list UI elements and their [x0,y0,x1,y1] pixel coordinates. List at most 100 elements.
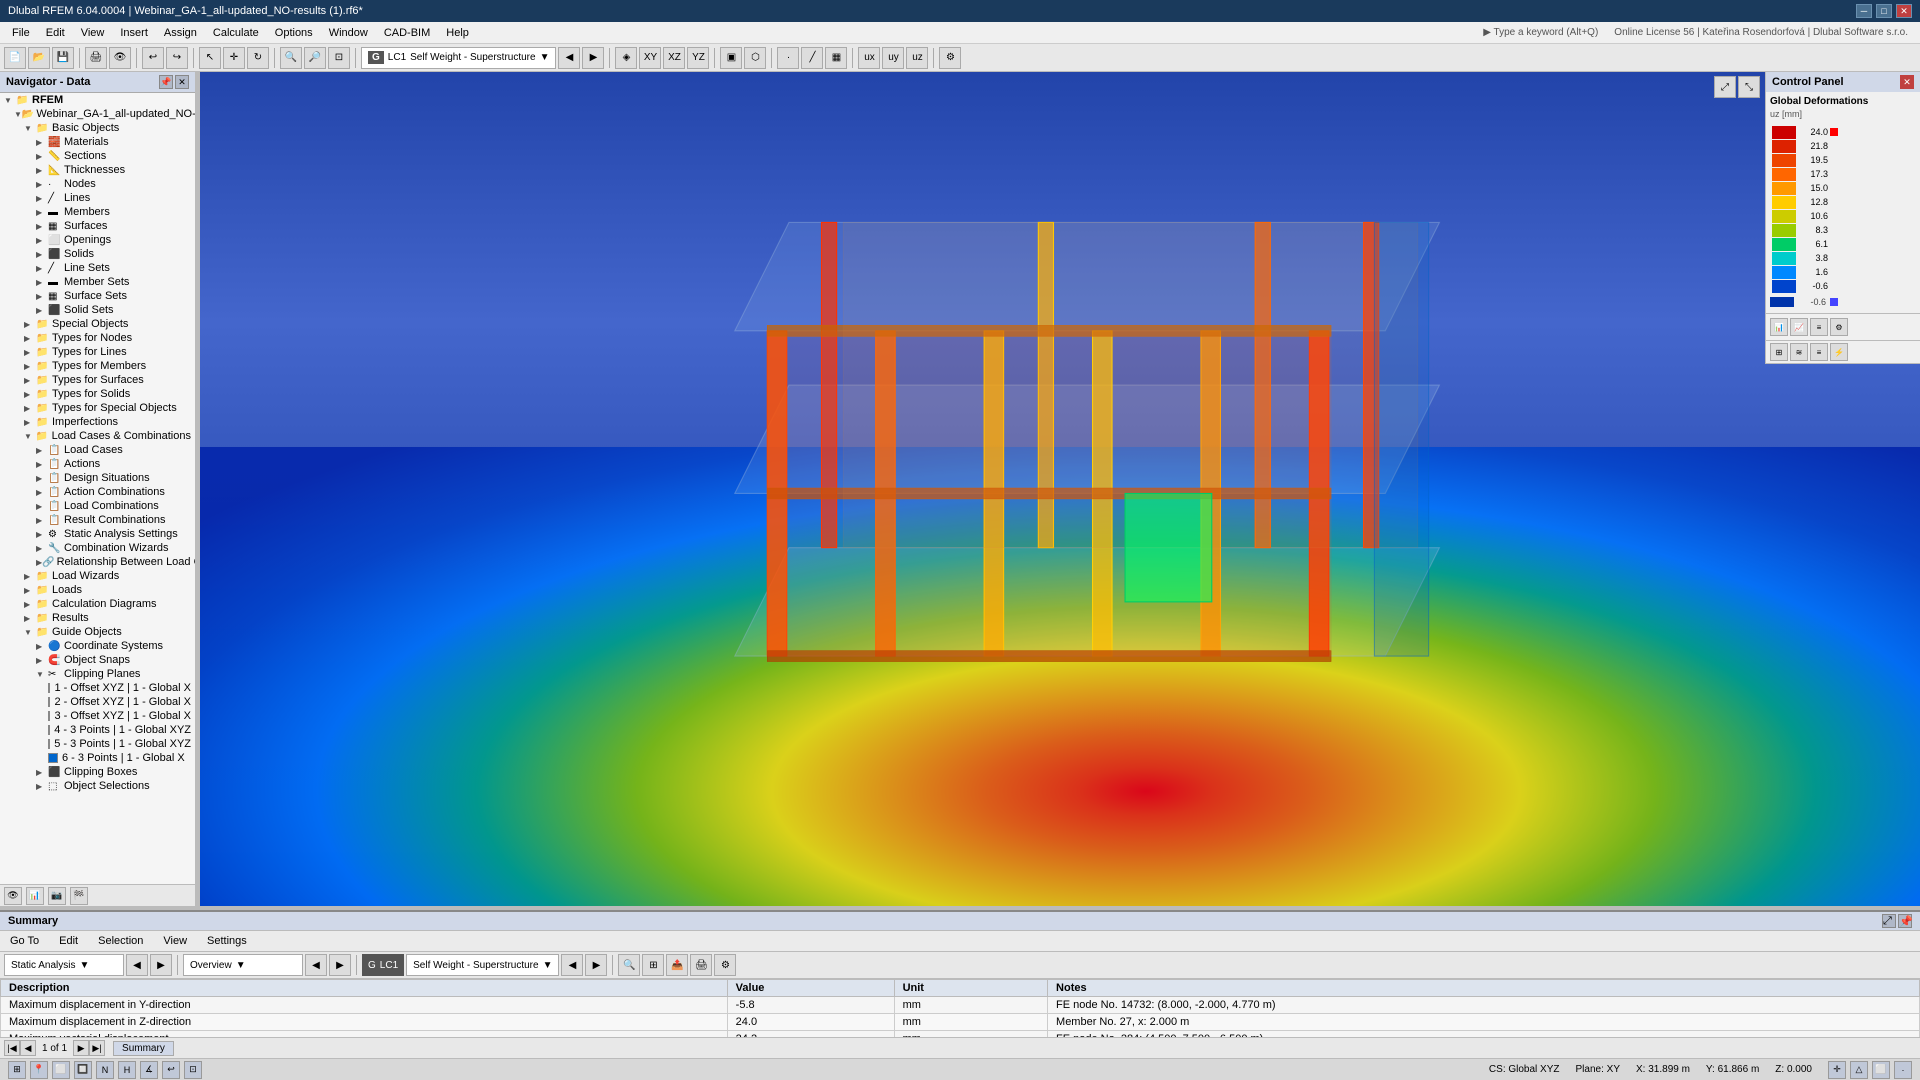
nav-imperfections[interactable]: ▶ 📁 Imperfections [0,415,195,429]
next-lc-button[interactable]: ▶ [582,47,604,69]
nav-solid-sets[interactable]: ▶ ⬛ Solid Sets [0,303,195,317]
nav-design-situations[interactable]: ▶ 📋 Design Situations [0,471,195,485]
deform-y-button[interactable]: uy [882,47,904,69]
nav-results[interactable]: ▶ 📁 Results [0,611,195,625]
result-print-button[interactable]: 🖨 [690,954,712,976]
nav-rfem-root[interactable]: ▼ 📁 RFEM [0,93,195,107]
menu-help[interactable]: Help [438,25,477,41]
status-icon-3[interactable]: ⬜ [52,1061,70,1079]
minimize-button[interactable]: ─ [1856,4,1872,18]
nav-types-solids[interactable]: ▶ 📁 Types for Solids [0,387,195,401]
nav-loads[interactable]: ▶ 📁 Loads [0,583,195,597]
nav-clip-1[interactable]: 1 - Offset XYZ | 1 - Global X [0,681,195,695]
status-icon-7[interactable]: ∡ [140,1061,158,1079]
status-icon-1[interactable]: ⊞ [8,1061,26,1079]
table-row[interactable]: Maximum displacement in Z-direction24.0m… [1,1014,1920,1031]
open-button[interactable]: 📂 [28,47,50,69]
viewport-3d[interactable]: Control Panel ✕ Global Deformations uz [… [200,72,1920,906]
wireframe-button[interactable]: ⬡ [744,47,766,69]
settings-button[interactable]: ⚙ [939,47,961,69]
nav-line-sets[interactable]: ▶ ╱ Line Sets [0,261,195,275]
nav-surface-sets[interactable]: ▶ ▦ Surface Sets [0,289,195,303]
nav-clip-6[interactable]: 6 - 3 Points | 1 - Global X [0,751,195,765]
nav-members[interactable]: ▶ ▬ Members [0,205,195,219]
status-icon-2[interactable]: 📍 [30,1061,48,1079]
nav-static-analysis[interactable]: ▶ ⚙ Static Analysis Settings [0,527,195,541]
nav-types-members[interactable]: ▶ 📁 Types for Members [0,359,195,373]
control-panel-close[interactable]: ✕ [1900,75,1914,89]
menu-window[interactable]: Window [321,25,376,41]
nav-object-selections[interactable]: ▶ ⬚ Object Selections [0,779,195,793]
nav-object-snaps[interactable]: ▶ 🧲 Object Snaps [0,653,195,667]
summary-tab[interactable]: Summary [113,1041,174,1056]
render-button[interactable]: ▣ [720,47,742,69]
nav-load-combinations[interactable]: ▶ 📋 Load Combinations [0,499,195,513]
nav-result-combinations[interactable]: ▶ 📋 Result Combinations [0,513,195,527]
deform-z-button[interactable]: uz [906,47,928,69]
viewport-restore[interactable]: ⤡ [1738,76,1760,98]
node-icon-button[interactable]: · [777,47,799,69]
cp-chart-button[interactable]: 📈 [1790,318,1808,336]
bottom-pin-button[interactable]: 📌 [1898,914,1912,928]
nav-load-cases-comb[interactable]: ▼ 📁 Load Cases & Combinations [0,429,195,443]
move-button[interactable]: ✛ [223,47,245,69]
nav-flag-button[interactable]: 🏁 [70,887,88,905]
viewport-maximize[interactable]: ⤢ [1714,76,1736,98]
overview-next-button[interactable]: ▶ [329,954,351,976]
nav-eye-button[interactable]: 👁 [4,887,22,905]
prev-lc-button[interactable]: ◀ [558,47,580,69]
nav-solids[interactable]: ▶ ⬛ Solids [0,247,195,261]
print-preview-button[interactable]: 👁 [109,47,131,69]
cp-settings-button[interactable]: ⚙ [1830,318,1848,336]
nav-clip-3[interactable]: 3 - Offset XYZ | 1 - Global X [0,709,195,723]
nav-surfaces[interactable]: ▶ ▦ Surfaces [0,219,195,233]
prev-page-button[interactable]: ◀ [20,1040,36,1056]
menu-view[interactable]: View [73,25,113,41]
nav-load-cases[interactable]: ▶ 📋 Load Cases [0,443,195,457]
overview-prev-button[interactable]: ◀ [305,954,327,976]
zoom-fit-button[interactable]: ⊡ [328,47,350,69]
last-page-button[interactable]: ▶| [89,1040,105,1056]
undo-button[interactable]: ↩ [142,47,164,69]
nav-member-sets[interactable]: ▶ ▬ Member Sets [0,275,195,289]
nav-materials[interactable]: ▶ 🧱 Materials [0,135,195,149]
analysis-type-dropdown[interactable]: Static Analysis ▼ [4,954,124,976]
next-page-button[interactable]: ▶ [73,1040,89,1056]
deform-x-button[interactable]: ux [858,47,880,69]
zoom-in-button[interactable]: 🔍 [280,47,302,69]
rotate-button[interactable]: ↻ [247,47,269,69]
menu-assign[interactable]: Assign [156,25,205,41]
nav-load-wizards[interactable]: ▶ 📁 Load Wizards [0,569,195,583]
nav-clip-2[interactable]: 2 - Offset XYZ | 1 - Global X [0,695,195,709]
nav-guide-objects[interactable]: ▼ 📁 Guide Objects [0,625,195,639]
nav-types-nodes[interactable]: ▶ 📁 Types for Nodes [0,331,195,345]
nav-project[interactable]: ▼ 📂 Webinar_GA-1_all-updated_NO-resul [0,107,195,121]
nav-clip-4[interactable]: 4 - 3 Points | 1 - Global XYZ [0,723,195,737]
result-search-button[interactable]: 🔍 [618,954,640,976]
result-export-button[interactable]: 📤 [666,954,688,976]
nav-close-button[interactable]: ✕ [175,75,189,89]
nav-types-surfaces[interactable]: ▶ 📁 Types for Surfaces [0,373,195,387]
cp-table-button[interactable]: 📊 [1770,318,1788,336]
menu-insert[interactable]: Insert [112,25,156,41]
status-icon-8[interactable]: ↩ [162,1061,180,1079]
menu-edit[interactable]: Edit [38,25,73,41]
nav-types-lines[interactable]: ▶ 📁 Types for Lines [0,345,195,359]
view3d-button[interactable]: ◈ [615,47,637,69]
analysis-next-button[interactable]: ▶ [150,954,172,976]
view-xz-button[interactable]: XZ [663,47,685,69]
analysis-prev-button[interactable]: ◀ [126,954,148,976]
menu-calculate[interactable]: Calculate [205,25,267,41]
nav-pin-button[interactable]: 📌 [159,75,173,89]
status-icon-4[interactable]: 🔲 [74,1061,92,1079]
nav-thicknesses[interactable]: ▶ 📐 Thicknesses [0,163,195,177]
result-settings-button[interactable]: ⚙ [714,954,736,976]
view-yz-button[interactable]: YZ [687,47,709,69]
status-icon-5[interactable]: N [96,1061,114,1079]
nav-action-combinations[interactable]: ▶ 📋 Action Combinations [0,485,195,499]
overview-dropdown[interactable]: Overview ▼ [183,954,303,976]
nav-combination-wizards[interactable]: ▶ 🔧 Combination Wizards [0,541,195,555]
status-snap-3[interactable]: ⬜ [1872,1061,1890,1079]
nav-types-special[interactable]: ▶ 📁 Types for Special Objects [0,401,195,415]
view-xy-button[interactable]: XY [639,47,661,69]
